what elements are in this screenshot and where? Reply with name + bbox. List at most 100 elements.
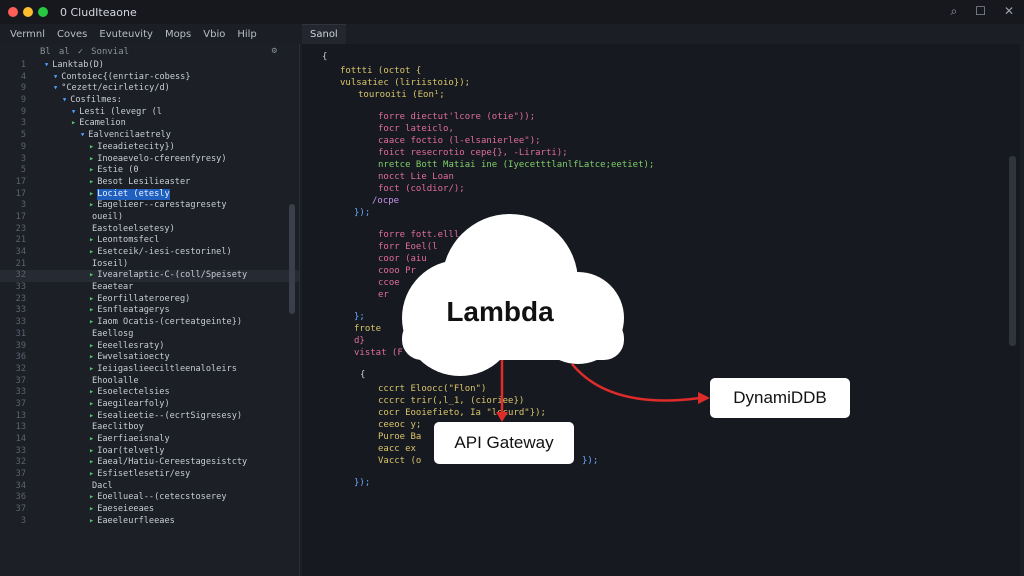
zoom-window-button[interactable] [38, 7, 48, 17]
toolbar-item[interactable]: Sonvial [91, 47, 129, 57]
tree-row[interactable]: 33 ▸ Ioar(telvetly [0, 446, 299, 458]
chevron-icon[interactable]: ▸ [89, 305, 94, 317]
tree-row[interactable]: 23 ▸ Eeorfillateroereg) [0, 294, 299, 306]
tree-row[interactable]: 5 ▸ Estie (0 [0, 165, 299, 177]
chevron-icon[interactable]: ▾ [44, 60, 49, 72]
tree-row[interactable]: 9 ▾ °Cezett/ecirleticy/d) [0, 83, 299, 95]
tree-row[interactable]: 34 ▸ Esetceik/-iesi-cestorinel) [0, 247, 299, 259]
editor-scrollbar[interactable] [1009, 156, 1016, 346]
toolbar-item[interactable]: ✓ [78, 47, 83, 57]
chevron-icon[interactable]: ▸ [89, 177, 94, 189]
sidebar-scrollbar[interactable] [289, 204, 295, 314]
menu-item[interactable]: Vermnl [10, 29, 45, 40]
chevron-icon[interactable]: ▸ [89, 387, 94, 399]
tree-row[interactable]: 5 ▾ Ealvencilaetrely [0, 130, 299, 142]
tree-row[interactable]: 37 ▸ Esfisetlesetir/esy [0, 469, 299, 481]
tree-row[interactable]: 21 Ioseil) [0, 259, 299, 271]
code-line: coor (aiu [378, 254, 427, 264]
tree-row[interactable]: 37 ▸ Eaeseieeaes [0, 504, 299, 516]
tree-row[interactable]: 4 ▾ Contoiec{(enrtiar-cobess} [0, 72, 299, 84]
tree-row[interactable]: 31 Eaellosg [0, 329, 299, 341]
tree-row[interactable]: 33 ▸ Esoelectelsies [0, 387, 299, 399]
tree-row[interactable]: 32 ▸ Ivearelaptic-C-(coll/Speisety [0, 270, 299, 283]
line-number: 9 [20, 83, 26, 94]
chevron-icon[interactable]: ▸ [89, 200, 94, 212]
chevron-icon[interactable]: ▸ [89, 492, 94, 504]
search-icon[interactable]: ⌕ [950, 4, 957, 19]
tree-row[interactable]: 37 Ehoolalle [0, 376, 299, 388]
chevron-icon[interactable]: ▸ [89, 317, 94, 329]
minimize-window-button[interactable] [23, 7, 33, 17]
chevron-icon[interactable]: ▸ [89, 411, 94, 423]
menu-item[interactable]: Vbio [203, 29, 225, 40]
tree-row[interactable]: 13 Eaeclitboy [0, 422, 299, 434]
tree-row[interactable]: 39 ▸ Eeeellesraty) [0, 341, 299, 353]
toolbar-item[interactable]: al [59, 47, 70, 57]
menu-item[interactable]: Coves [57, 29, 87, 40]
chevron-icon[interactable]: ▸ [71, 118, 76, 130]
chevron-icon[interactable]: ▸ [89, 434, 94, 446]
chevron-icon[interactable]: ▸ [89, 142, 94, 154]
tree-row[interactable]: 33 Eeaetear [0, 282, 299, 294]
chevron-icon[interactable]: ▸ [89, 294, 94, 306]
tree-row[interactable]: 21 ▸ Leontomsfecl [0, 235, 299, 247]
editor-tab[interactable]: Sanol [302, 24, 346, 45]
chevron-icon[interactable]: ▾ [80, 130, 85, 142]
gear-icon[interactable]: ⚙ [272, 46, 277, 56]
chevron-icon[interactable]: ▸ [89, 504, 94, 516]
tree-row[interactable]: 3 ▸ Eagelieer--carestagresety [0, 200, 299, 212]
code-editor[interactable]: {fottti (octot {vulsatiec (liriistoio});… [302, 44, 1020, 576]
maximize-icon[interactable]: ☐ [975, 4, 986, 19]
chevron-icon[interactable]: ▸ [89, 165, 94, 177]
chevron-icon[interactable]: ▸ [89, 457, 94, 469]
tree-row[interactable]: 3 ▸ Eaeeleurfleeaes [0, 516, 299, 528]
close-window-button[interactable] [8, 7, 18, 17]
tree-row[interactable]: 9 ▾ Lesti (levegr (l [0, 107, 299, 119]
chevron-icon[interactable]: ▸ [89, 516, 94, 528]
chevron-icon[interactable]: ▾ [53, 83, 58, 95]
chevron-icon[interactable]: ▸ [89, 352, 94, 364]
tree-row[interactable]: 17 ▸ Lociet (etesly [0, 188, 299, 201]
tree-item-label: Ivearelaptic-C-(coll/Speisety [97, 270, 248, 281]
tree-row[interactable]: 13 ▸ Esealieetie--(ecrtSigresesy) [0, 411, 299, 423]
chevron-icon[interactable]: ▸ [89, 247, 94, 259]
chevron-icon[interactable]: ▸ [89, 341, 94, 353]
menu-item[interactable]: Mops [165, 29, 191, 40]
tree-row[interactable]: 23 Eastoleelsetesy) [0, 224, 299, 236]
tree-row[interactable]: 17 ▸ Besot Lesilieaster [0, 177, 299, 189]
menu-item[interactable]: Hilp [237, 29, 256, 40]
chevron-icon[interactable]: ▸ [89, 399, 94, 411]
chevron-icon[interactable]: ▸ [89, 469, 94, 481]
chevron-icon[interactable]: ▸ [89, 235, 94, 247]
tree-row[interactable]: 9 ▾ Cosfilmes: [0, 95, 299, 107]
tree-row[interactable]: 32 ▸ Eaeal/Hatiu-Cereestagesistcty [0, 457, 299, 469]
tree-row[interactable]: 36 ▸ Ewvelsatioecty [0, 352, 299, 364]
close-icon[interactable]: ✕ [1004, 4, 1014, 19]
tree-row[interactable]: 36 ▸ Eoellueal--(cetecstoserey [0, 492, 299, 504]
tree-row[interactable]: 3 ▸ Inoeaevelo-cfereenfyresy) [0, 154, 299, 166]
tree-row[interactable]: 1 ▾ Lanktab(D) [0, 60, 299, 72]
chevron-icon[interactable]: ▾ [71, 107, 76, 119]
tree-row[interactable]: 17 oueil) [0, 212, 299, 224]
chevron-icon[interactable]: ▸ [89, 364, 94, 376]
tree-row[interactable]: 3 ▸ Ecamelion [0, 118, 299, 130]
tree-row[interactable]: 32 ▸ Ieiigaslieeciltleenaloleirs [0, 364, 299, 376]
chevron-icon[interactable]: ▸ [89, 446, 94, 458]
menu-item[interactable]: Evuteuvity [99, 29, 153, 40]
chevron-icon[interactable]: ▾ [62, 95, 67, 107]
tree-row[interactable]: 33 ▸ Iaom Ocatis-(certeatgeinte}) [0, 317, 299, 329]
chevron-icon[interactable]: ▸ [89, 270, 94, 282]
chevron-icon[interactable]: ▸ [89, 189, 94, 201]
toolbar-item[interactable]: Bl [40, 47, 51, 57]
tree-row[interactable]: 9 ▸ Ieeadietecity}) [0, 142, 299, 154]
tree-row[interactable]: 34 Dacl [0, 481, 299, 493]
tree-row[interactable]: 37 ▸ Eaegilearfoly) [0, 399, 299, 411]
chevron-icon[interactable]: ▸ [89, 154, 94, 166]
tree-row[interactable]: 14 ▸ Eaerfiaeisnaly [0, 434, 299, 446]
tree-row[interactable]: 33 ▸ Esnfleatagerys [0, 305, 299, 317]
chevron-icon[interactable]: ▾ [53, 72, 58, 84]
